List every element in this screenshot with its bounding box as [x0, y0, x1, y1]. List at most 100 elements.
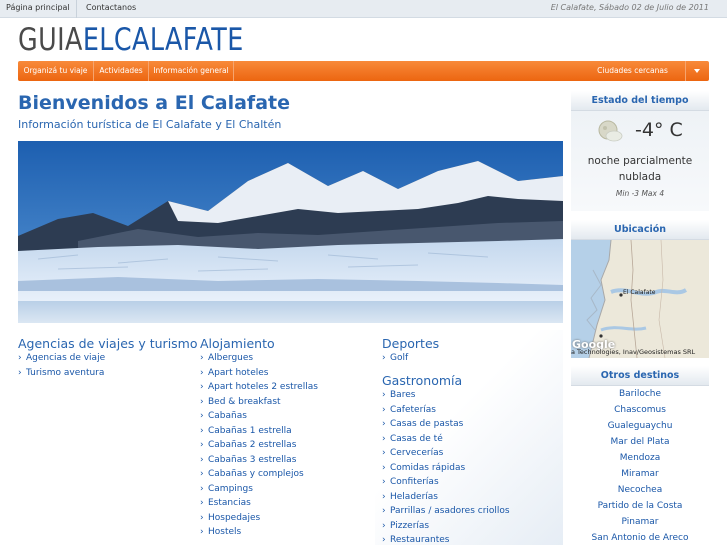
list-item-label: Casas de té: [390, 433, 443, 444]
partly-cloudy-night-icon: [598, 120, 623, 142]
list-item-label: Golf: [390, 353, 409, 363]
chevron-right-icon: ›: [382, 390, 386, 400]
list-item[interactable]: › Hostels: [200, 525, 318, 540]
list-item[interactable]: › Campings: [200, 482, 318, 497]
chevron-right-icon: ›: [382, 535, 386, 545]
chevron-down-icon: [694, 69, 700, 73]
destination-link[interactable]: San Antonio de Areco: [571, 530, 709, 545]
map-city-label: El Calafate: [623, 289, 656, 296]
alojamiento-heading[interactable]: Alojamiento: [200, 336, 275, 351]
list-item[interactable]: › Cabañas 2 estrellas: [200, 438, 318, 453]
destination-link[interactable]: Bariloche: [571, 386, 709, 402]
chevron-right-icon: ›: [18, 367, 22, 378]
list-item-label: Agencias de viaje: [26, 353, 106, 363]
list-item[interactable]: › Turismo aventura: [18, 366, 105, 381]
list-item-label: Cabañas 3 estrellas: [208, 454, 297, 465]
list-item[interactable]: › Heladerías: [382, 490, 510, 505]
chevron-right-icon: ›: [200, 498, 204, 508]
weather-widget: -4° C noche parcialmente nublada Min -3 …: [571, 111, 709, 211]
list-item[interactable]: › Golf: [382, 351, 408, 366]
agencias-heading[interactable]: Agencias de viajes y turismo: [18, 336, 198, 351]
list-item-label: Heladerías: [390, 491, 438, 502]
location-heading: Ubicación: [571, 220, 709, 240]
page-subtitle: Información turística de El Calafate y E…: [18, 118, 282, 131]
list-item[interactable]: › Parrillas / asadores criollos: [382, 504, 510, 519]
list-item[interactable]: › Cabañas: [200, 409, 318, 424]
nearby-cities-dropdown-button[interactable]: [685, 61, 709, 81]
chevron-right-icon: ›: [200, 353, 204, 363]
list-item[interactable]: › Hospedajes: [200, 511, 318, 526]
list-item[interactable]: › Apart hoteles: [200, 366, 318, 381]
chevron-right-icon: ›: [382, 353, 386, 363]
list-item-label: Campings: [208, 483, 253, 494]
site-logo[interactable]: GUIAELCALAFATE: [18, 22, 244, 58]
list-item[interactable]: › Agencias de viaje: [18, 351, 105, 366]
chevron-right-icon: ›: [200, 483, 204, 494]
list-item-label: Cervecerías: [390, 448, 444, 458]
weather-description-line: nublada: [618, 171, 662, 183]
destination-link[interactable]: Miramar: [571, 466, 709, 482]
chevron-right-icon: ›: [18, 353, 22, 363]
list-item-label: Cabañas 1 estrella: [208, 425, 292, 436]
list-item[interactable]: › Cabañas y complejos: [200, 467, 318, 482]
hero-image: [18, 141, 563, 323]
list-item-label: Bares: [390, 390, 416, 400]
agencias-list: › Agencias de viaje › Turismo aventura: [18, 351, 105, 380]
chevron-right-icon: ›: [382, 404, 386, 415]
deportes-heading[interactable]: Deportes: [382, 336, 439, 351]
glacier-illustration: [18, 141, 563, 323]
list-item-label: Estancias: [208, 498, 251, 508]
list-item[interactable]: › Restaurantes: [382, 533, 510, 545]
list-item-label: Comidas rápidas: [390, 462, 466, 473]
deportes-list: › Golf: [382, 351, 408, 366]
nav-item-organiza[interactable]: Organizá tu viaje: [18, 61, 94, 81]
location-map[interactable]: El Calafate Google a Technologies, Inav/…: [571, 240, 709, 358]
gastronomia-heading[interactable]: Gastronomía: [382, 373, 462, 388]
list-item[interactable]: › Pizzerías: [382, 519, 510, 534]
chevron-right-icon: ›: [200, 425, 204, 436]
destination-link[interactable]: Chascomus: [571, 402, 709, 418]
list-item[interactable]: › Confiterías: [382, 475, 510, 490]
chevron-right-icon: ›: [200, 382, 204, 392]
list-item-label: Restaurantes: [390, 535, 450, 545]
list-item[interactable]: › Cervecerías: [382, 446, 510, 461]
list-item-label: Hostels: [208, 527, 242, 537]
contact-link[interactable]: Contactanos: [80, 0, 142, 18]
destination-link[interactable]: Mar del Plata: [571, 434, 709, 450]
list-item[interactable]: › Apart hoteles 2 estrellas: [200, 380, 318, 395]
list-item[interactable]: › Bares: [382, 388, 510, 403]
list-item-label: Cafeterías: [390, 404, 436, 415]
list-item[interactable]: › Casas de pastas: [382, 417, 510, 432]
list-item-label: Apart hoteles 2 estrellas: [208, 382, 318, 392]
nav-item-informacion[interactable]: Información general: [149, 61, 234, 81]
destination-link[interactable]: Necochea: [571, 482, 709, 498]
other-destinations-list: Bariloche Chascomus Gualeguaychu Mar del…: [571, 386, 709, 545]
list-item[interactable]: › Cabañas 1 estrella: [200, 424, 318, 439]
chevron-right-icon: ›: [200, 396, 204, 407]
home-link[interactable]: Página principal: [0, 0, 77, 18]
list-item[interactable]: › Albergues: [200, 351, 318, 366]
destination-link[interactable]: Pinamar: [571, 514, 709, 530]
chevron-right-icon: ›: [200, 527, 204, 537]
destination-link[interactable]: Gualeguaychu: [571, 418, 709, 434]
weather-description: noche parcialmente nublada: [571, 153, 709, 185]
list-item[interactable]: › Cafeterías: [382, 403, 510, 418]
map-attribution: a Technologies, Inav/Geosistemas SRL: [571, 348, 696, 356]
list-item-label: Confiterías: [390, 477, 439, 487]
list-item-label: Cabañas: [208, 411, 247, 421]
nearby-cities-select[interactable]: Ciudades cercanas: [580, 61, 685, 81]
weather-description-line: noche parcialmente: [587, 155, 693, 167]
nav-item-actividades[interactable]: Actividades: [94, 61, 149, 81]
list-item[interactable]: › Estancias: [200, 496, 318, 511]
chevron-right-icon: ›: [382, 419, 386, 429]
list-item[interactable]: › Bed & breakfast: [200, 395, 318, 410]
list-item[interactable]: › Cabañas 3 estrellas: [200, 453, 318, 468]
chevron-right-icon: ›: [382, 520, 386, 531]
list-item[interactable]: › Comidas rápidas: [382, 461, 510, 476]
list-item-label: Apart hoteles: [208, 367, 269, 378]
chevron-right-icon: ›: [382, 448, 386, 458]
destination-link[interactable]: Partido de la Costa: [571, 498, 709, 514]
list-item[interactable]: › Casas de té: [382, 432, 510, 447]
destination-link[interactable]: Mendoza: [571, 450, 709, 466]
page: Página principal Contactanos El Calafate…: [0, 0, 727, 545]
